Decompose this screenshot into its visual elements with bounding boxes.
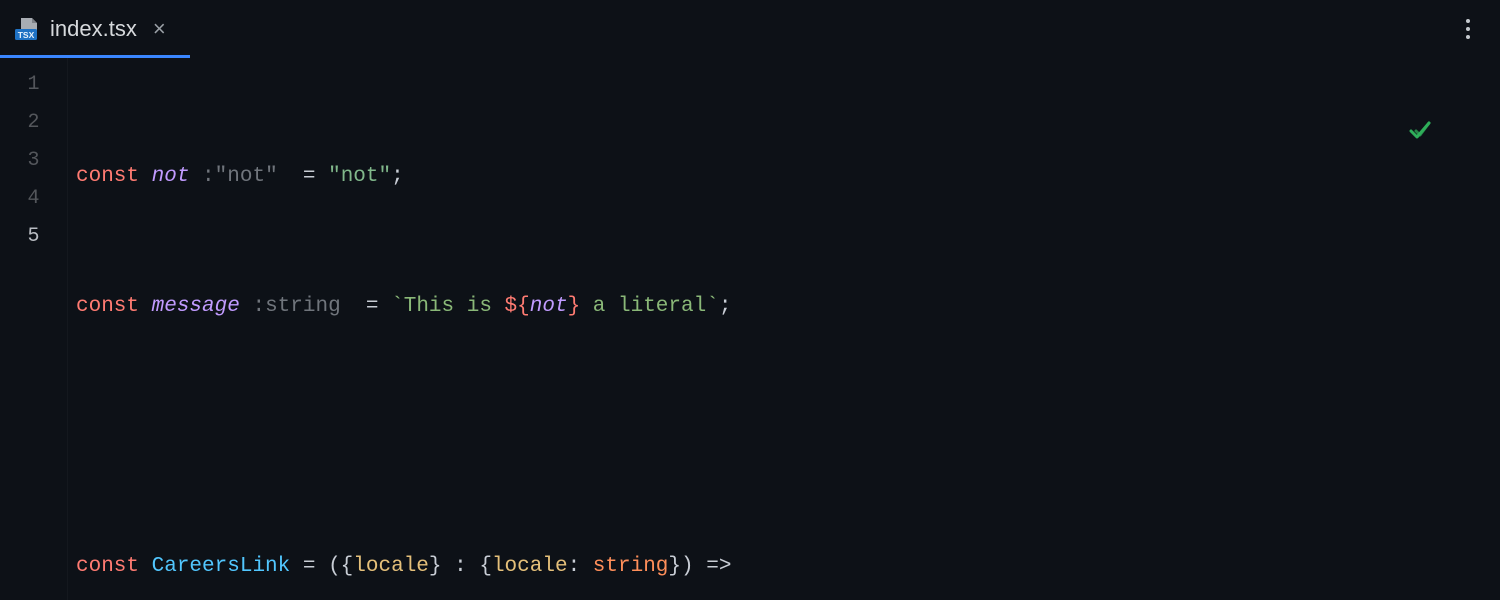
operator: = bbox=[278, 165, 328, 188]
template-string: This is bbox=[404, 295, 505, 318]
line-number[interactable]: 4 bbox=[0, 180, 67, 218]
editor-tab[interactable]: TSX index.tsx × bbox=[0, 0, 180, 58]
tab-bar-actions bbox=[1458, 11, 1500, 47]
string-literal: "not" bbox=[328, 165, 391, 188]
property: locale bbox=[492, 555, 568, 578]
semicolon: ; bbox=[719, 295, 732, 318]
variable: message bbox=[152, 295, 240, 318]
brace: { bbox=[479, 555, 492, 578]
more-actions-button[interactable] bbox=[1458, 11, 1478, 47]
template-string: a literal bbox=[580, 295, 706, 318]
type-annotation-colon: : bbox=[240, 295, 265, 318]
type-annotation: "not" bbox=[215, 165, 278, 188]
code-line[interactable]: const message :string = `This is ${not} … bbox=[68, 288, 1500, 326]
colon: : bbox=[442, 555, 480, 578]
code-area[interactable]: const not :"not" = "not"; const message … bbox=[68, 58, 1500, 600]
keyword: const bbox=[76, 295, 152, 318]
variable: not bbox=[152, 165, 190, 188]
semicolon: ; bbox=[391, 165, 404, 188]
interp-close: } bbox=[568, 295, 581, 318]
backtick: ` bbox=[706, 295, 719, 318]
tab-bar: TSX index.tsx × bbox=[0, 0, 1500, 58]
line-number[interactable]: 2 bbox=[0, 104, 67, 142]
close-icon[interactable]: × bbox=[153, 18, 166, 40]
arrow: => bbox=[706, 555, 731, 578]
brace: } bbox=[668, 555, 681, 578]
keyword: const bbox=[76, 165, 152, 188]
paren: ) bbox=[681, 555, 706, 578]
paren: } bbox=[429, 555, 442, 578]
code-line[interactable]: const not :"not" = "not"; bbox=[68, 158, 1500, 196]
tab-filename: index.tsx bbox=[50, 16, 137, 42]
colon: : bbox=[568, 555, 593, 578]
backtick: ` bbox=[391, 295, 404, 318]
paren: ({ bbox=[328, 555, 353, 578]
tsx-file-icon: TSX bbox=[14, 17, 40, 41]
type: string bbox=[593, 555, 669, 578]
code-line[interactable] bbox=[68, 418, 1500, 456]
type-annotation-colon: : bbox=[189, 165, 214, 188]
code-editor[interactable]: 1 2 3 4 5 const not :"not" = "not"; cons… bbox=[0, 58, 1500, 600]
function-name: CareersLink bbox=[152, 555, 291, 578]
interp-open: ${ bbox=[505, 295, 530, 318]
type-annotation: string bbox=[265, 295, 341, 318]
property: locale bbox=[353, 555, 429, 578]
keyword: const bbox=[76, 555, 152, 578]
line-number[interactable]: 5 bbox=[0, 218, 67, 256]
line-number[interactable]: 1 bbox=[0, 66, 67, 104]
interp-var: not bbox=[530, 295, 568, 318]
code-line[interactable]: const CareersLink = ({locale} : {locale:… bbox=[68, 548, 1500, 586]
inspection-ok-icon[interactable] bbox=[1408, 72, 1484, 188]
line-number[interactable]: 3 bbox=[0, 142, 67, 180]
operator: = bbox=[290, 555, 328, 578]
line-number-gutter: 1 2 3 4 5 bbox=[0, 58, 68, 600]
file-icon-badge: TSX bbox=[18, 30, 35, 40]
operator: = bbox=[341, 295, 391, 318]
